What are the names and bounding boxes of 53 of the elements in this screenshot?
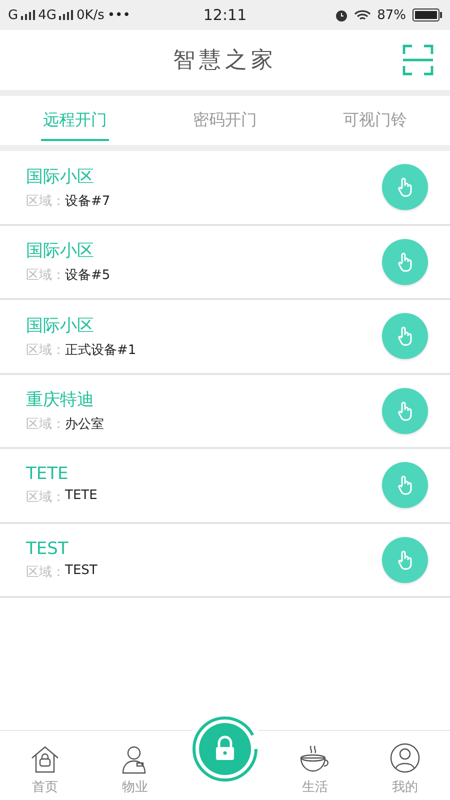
community-name: 国际小区 [26, 240, 95, 262]
hand-icon [396, 400, 414, 421]
open-door-button[interactable] [382, 238, 428, 285]
alarm-icon [335, 8, 348, 22]
hand-icon [396, 252, 414, 272]
area-value: TEST [65, 562, 98, 580]
battery-icon [412, 8, 442, 22]
nav-item[interactable]: 我的 [360, 731, 450, 800]
nav-item[interactable]: 物业 [90, 731, 180, 800]
tab[interactable]: 可视门铃 [300, 96, 450, 145]
hand-icon [396, 326, 414, 346]
area-label: 区域： [26, 342, 65, 359]
cup-icon [299, 744, 331, 774]
hand-icon [396, 475, 414, 496]
carrier-label: G [8, 8, 18, 22]
area-value: 设备#5 [65, 267, 110, 284]
area-value: 设备#7 [65, 192, 110, 210]
wifi-icon [354, 8, 372, 22]
community-name: TEST [26, 538, 70, 559]
area-label: 区域： [26, 416, 65, 434]
community-name: 国际小区 [26, 314, 95, 337]
app-title: 智慧之家 [173, 47, 277, 75]
area-value: 正式设备#1 [65, 342, 136, 359]
area-label: 区域： [26, 267, 65, 284]
clock: 12:11 [203, 6, 247, 24]
more-label: ••• [107, 8, 130, 22]
nav-item[interactable]: 首页 [0, 731, 90, 800]
area-label: 区域： [26, 192, 65, 210]
signal-icon [21, 10, 36, 20]
community-name: 重庆特迪 [26, 389, 95, 412]
open-door-button[interactable] [382, 388, 428, 434]
speed-label: 0K/s [76, 8, 104, 22]
battery-percent: 87% [377, 8, 406, 22]
area-value: TETE [65, 488, 98, 506]
community-name: TETE [26, 464, 70, 484]
open-door-button[interactable] [382, 164, 428, 210]
signal-icon [59, 10, 74, 20]
area-label: 区域： [26, 489, 65, 506]
user-circle-icon [389, 742, 421, 774]
tab[interactable]: 远程开门 [0, 96, 150, 145]
scan-button[interactable] [402, 44, 434, 76]
hand-icon [396, 177, 414, 198]
house-lock-icon [30, 744, 60, 774]
tab[interactable]: 密码开门 [150, 96, 300, 145]
hand-icon [396, 550, 414, 570]
open-door-button[interactable] [382, 462, 428, 508]
open-door-button[interactable] [382, 313, 428, 360]
open-door-button[interactable] [382, 536, 428, 583]
nav-item[interactable]: 生活 [270, 731, 360, 800]
area-value: 办公室 [65, 416, 104, 434]
area-label: 区域： [26, 564, 65, 581]
network-label: 4G [38, 8, 56, 22]
community-name: 国际小区 [26, 166, 95, 188]
